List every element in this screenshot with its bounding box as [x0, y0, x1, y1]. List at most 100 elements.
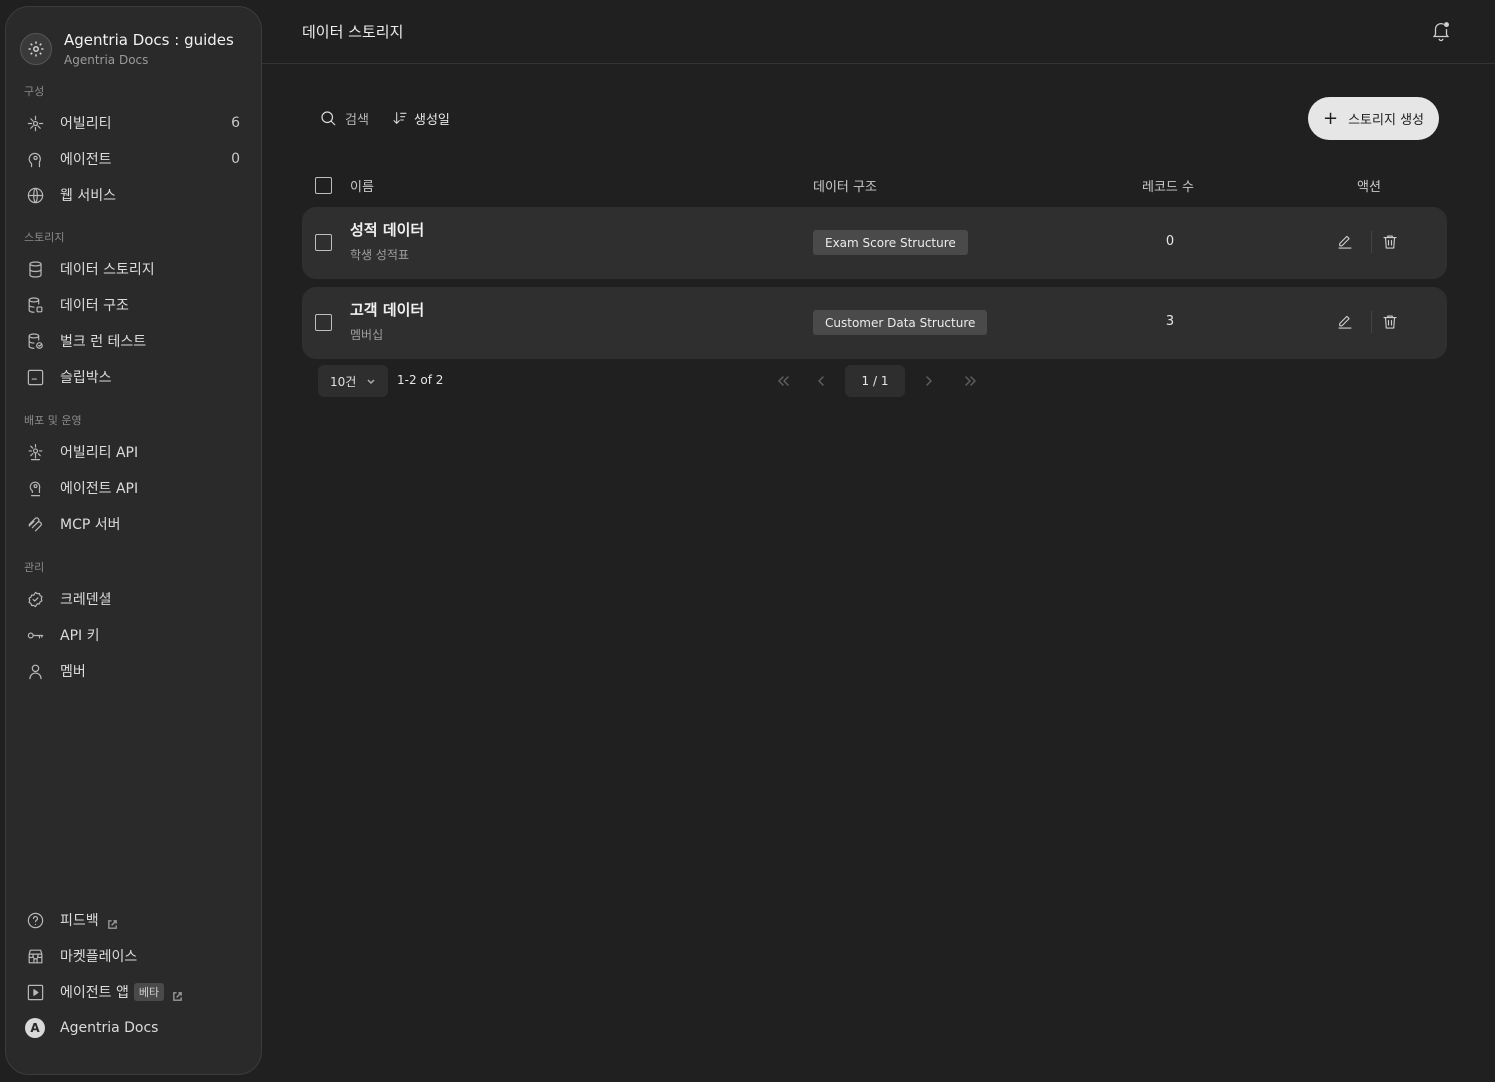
mcp-icon — [24, 513, 46, 535]
user-icon — [24, 660, 46, 682]
trash-icon[interactable] — [1379, 231, 1401, 253]
agent-api-icon — [24, 477, 46, 499]
row-checkbox[interactable] — [315, 314, 332, 331]
search-label: 검색 — [345, 112, 369, 128]
database-schema-icon — [24, 294, 46, 316]
storage-description: 학생 성적표 — [350, 248, 410, 262]
workspace-title: Agentria Docs : guides — [64, 31, 234, 49]
header: 데이터 스토리지 — [262, 0, 1495, 64]
sidebar-item-label: 어빌리티 API — [60, 445, 139, 461]
workspace-switcher[interactable]: Agentria Docs : guides Agentria Docs — [20, 29, 234, 69]
sort-icon — [393, 112, 407, 125]
record-count: 3 — [1165, 314, 1175, 329]
sidebar-item-web-service[interactable]: 웹 서비스 — [20, 178, 250, 212]
storage-name: 고객 데이터 — [350, 301, 425, 319]
sidebar-item-label: 크레덴셜 — [60, 592, 112, 608]
database-test-icon — [24, 330, 46, 352]
search-button[interactable]: 검색 — [319, 108, 369, 128]
structure-tag[interactable]: Customer Data Structure — [813, 310, 988, 335]
storage-name: 성적 데이터 — [350, 221, 425, 239]
section-label-storage: 스토리지 — [24, 231, 65, 244]
prev-page-icon[interactable] — [811, 371, 831, 391]
bell-icon[interactable] — [1430, 20, 1452, 42]
sidebar-item-mcp-server[interactable]: MCP 서버 — [20, 507, 250, 541]
sidebar-item-agent[interactable]: 에이전트 0 — [20, 142, 250, 176]
sort-label: 생성일 — [414, 112, 450, 128]
user-profile[interactable]: A Agentria Docs — [20, 1011, 250, 1045]
sidebar-item-marketplace[interactable]: 마켓플레이스 — [20, 939, 250, 973]
sidebar-item-data-structure[interactable]: 데이터 구조 — [20, 288, 250, 322]
slipbox-icon — [24, 366, 46, 388]
action-divider — [1371, 231, 1372, 253]
store-icon — [24, 945, 46, 967]
sidebar-item-feedback[interactable]: 피드백 — [20, 903, 250, 937]
sidebar-item-label: 에이전트 — [60, 152, 112, 168]
globe-icon — [24, 184, 46, 206]
ability-count: 6 — [231, 115, 240, 131]
edit-icon[interactable] — [1334, 311, 1356, 333]
beta-badge: 베타 — [133, 983, 165, 1001]
gear-icon — [20, 33, 52, 65]
key-icon — [24, 624, 46, 646]
record-count: 0 — [1165, 234, 1175, 249]
agent-count: 0 — [231, 151, 240, 167]
page-size-value: 10건 — [330, 374, 357, 389]
chevron-down-icon — [366, 375, 376, 389]
ability-icon — [24, 112, 46, 134]
trash-icon[interactable] — [1379, 311, 1401, 333]
sidebar-item-label: 어빌리티 — [60, 116, 112, 132]
play-square-icon — [24, 981, 46, 1003]
sidebar-item-agent-api[interactable]: 에이전트 API — [20, 471, 250, 505]
sidebar-item-label: 슬립박스 — [60, 370, 112, 386]
sidebar-item-api-key[interactable]: API 키 — [20, 618, 250, 652]
select-all-checkbox[interactable] — [315, 177, 332, 194]
column-header-actions: 액션 — [1357, 180, 1381, 195]
section-label-manage: 관리 — [24, 561, 45, 574]
first-page-icon[interactable] — [773, 371, 793, 391]
row-checkbox[interactable] — [315, 234, 332, 251]
ability-api-icon — [24, 441, 46, 463]
agent-head-icon — [24, 148, 46, 170]
help-circle-icon — [24, 909, 46, 931]
sidebar-item-ability[interactable]: 어빌리티 6 — [20, 106, 250, 140]
sidebar-item-label: 에이전트 앱 — [60, 985, 129, 1001]
last-page-icon[interactable] — [961, 371, 981, 391]
sidebar-item-label: API 키 — [60, 628, 100, 644]
sort-button[interactable]: 생성일 — [392, 108, 450, 128]
sidebar-item-label: 피드백 — [60, 913, 99, 929]
next-page-icon[interactable] — [919, 371, 939, 391]
sidebar-item-label: MCP 서버 — [60, 517, 121, 533]
create-storage-label: 스토리지 생성 — [1348, 113, 1424, 128]
column-header-records: 레코드 수 — [1142, 180, 1194, 195]
column-header-name: 이름 — [350, 180, 374, 195]
sidebar-item-label: 멤버 — [60, 664, 86, 680]
create-storage-button[interactable]: + 스토리지 생성 — [1308, 97, 1439, 140]
sidebar-item-agent-app[interactable]: 에이전트 앱 베타 — [20, 975, 250, 1009]
user-name: Agentria Docs — [60, 1020, 159, 1036]
sidebar-item-ability-api[interactable]: 어빌리티 API — [20, 435, 250, 469]
sidebar-item-label: 데이터 구조 — [60, 298, 129, 314]
table-row[interactable]: 고객 데이터 멤버십 Customer Data Structure 3 — [302, 287, 1447, 359]
section-label-config: 구성 — [24, 85, 45, 98]
sidebar-item-label: 웹 서비스 — [60, 188, 116, 204]
sidebar-item-credential[interactable]: 크레덴셜 — [20, 582, 250, 616]
external-link-icon — [107, 915, 118, 929]
sidebar-item-label: 마켓플레이스 — [60, 949, 138, 965]
search-icon — [321, 111, 336, 126]
structure-tag[interactable]: Exam Score Structure — [813, 230, 968, 255]
storage-description: 멤버십 — [350, 328, 384, 342]
sidebar-item-label: 데이터 스토리지 — [60, 262, 155, 278]
database-icon — [24, 258, 46, 280]
pagination-range: 1-2 of 2 — [397, 373, 444, 387]
edit-icon[interactable] — [1334, 231, 1356, 253]
page-size-select[interactable]: 10건 — [318, 365, 388, 397]
sidebar-item-label: 에이전트 API — [60, 481, 139, 497]
table-row[interactable]: 성적 데이터 학생 성적표 Exam Score Structure 0 — [302, 207, 1447, 279]
sidebar: Agentria Docs : guides Agentria Docs 구성 … — [5, 6, 262, 1075]
column-header-structure: 데이터 구조 — [813, 180, 877, 195]
sidebar-item-slipbox[interactable]: 슬립박스 — [20, 360, 250, 394]
sidebar-item-data-storage[interactable]: 데이터 스토리지 — [20, 252, 250, 286]
current-page: 1 / 1 — [845, 365, 905, 397]
sidebar-item-bulk-run-test[interactable]: 벌크 런 테스트 — [20, 324, 250, 358]
sidebar-item-member[interactable]: 멤버 — [20, 654, 250, 688]
